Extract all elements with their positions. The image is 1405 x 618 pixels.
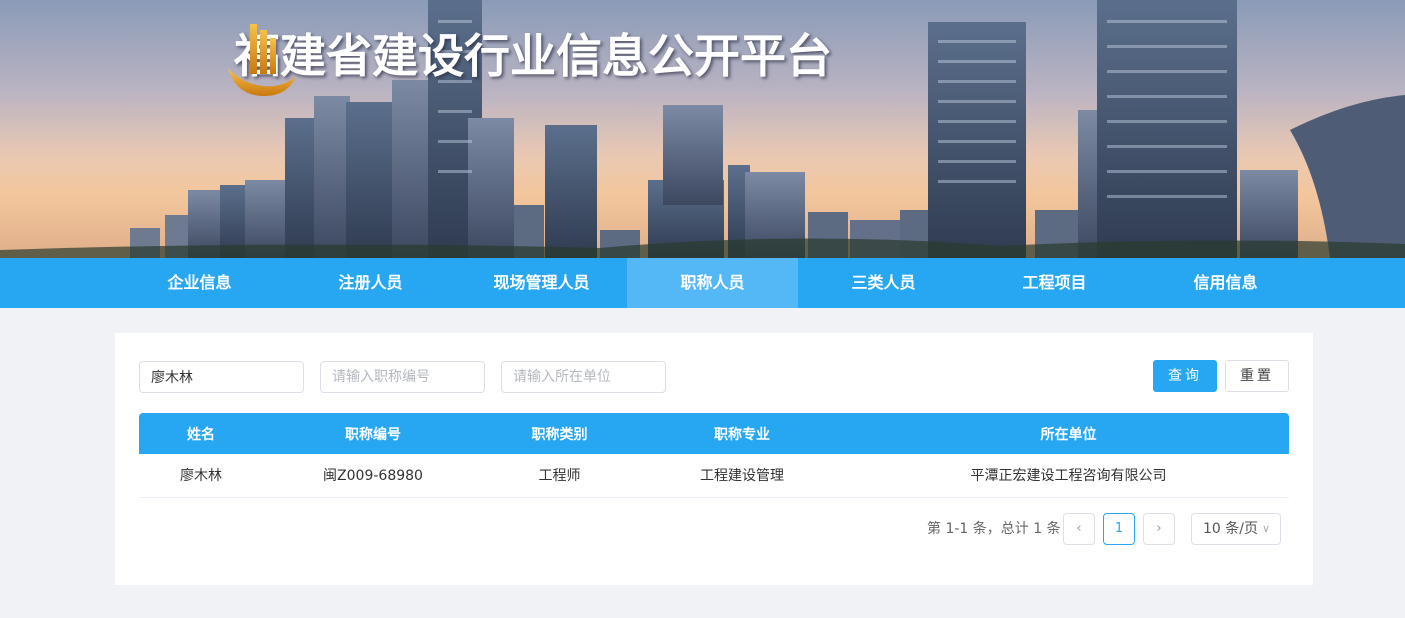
name-input[interactable] xyxy=(139,361,304,393)
logo-emblem-icon xyxy=(228,24,296,96)
column-header-name: 姓名 xyxy=(187,426,215,443)
page-size-select[interactable]: 10 条/页 ∨ xyxy=(1191,513,1281,545)
nav-item-credit-info[interactable]: 信用信息 xyxy=(1140,258,1311,308)
site-title: 福建省建设行业信息公开平台 xyxy=(234,29,832,83)
cell-title-category: 工程师 xyxy=(538,468,581,485)
cell-title-specialty: 工程建设管理 xyxy=(700,468,784,485)
next-page-button[interactable]: › xyxy=(1143,513,1175,545)
column-header-title-specialty: 职称专业 xyxy=(714,426,770,443)
pagination-total: 第 1-1 条，总计 1 条 xyxy=(927,521,1061,537)
chevron-down-icon: ∨ xyxy=(1261,522,1270,535)
nav-item-site-managers[interactable]: 现场管理人员 xyxy=(456,258,627,308)
nav-item-enterprise-info[interactable]: 企业信息 xyxy=(114,258,285,308)
header-banner: 福建省建设行业信息公开平台 xyxy=(0,0,1405,258)
nav-item-projects[interactable]: 工程项目 xyxy=(969,258,1140,308)
cell-name: 廖木林 xyxy=(180,468,222,485)
nav-item-titled-personnel[interactable]: 职称人员 xyxy=(627,258,798,308)
page-number-button[interactable]: 1 xyxy=(1103,513,1135,545)
column-header-unit: 所在单位 xyxy=(1040,426,1097,443)
reset-button[interactable]: 重置 xyxy=(1225,360,1289,392)
query-button[interactable]: 查询 xyxy=(1153,360,1217,392)
page-size-value: 10 条/页 xyxy=(1203,521,1258,537)
nav-item-registered-personnel[interactable]: 注册人员 xyxy=(285,258,456,308)
unit-input[interactable] xyxy=(501,361,666,393)
content-card: 查询 重置 姓名 职称编号 职称类别 职称专业 所在单位 廖木林 闽Z009-6… xyxy=(115,333,1313,585)
table-header-row: 姓名 职称编号 职称类别 职称专业 所在单位 xyxy=(139,413,1289,454)
cell-unit: 平潭正宏建设工程咨询有限公司 xyxy=(970,468,1167,485)
main-nav: 企业信息 注册人员 现场管理人员 职称人员 三类人员 工程项目 信用信息 xyxy=(0,258,1405,308)
nav-item-three-categories[interactable]: 三类人员 xyxy=(798,258,969,308)
column-header-title-category: 职称类别 xyxy=(531,426,588,443)
cell-title-code: 闽Z009-68980 xyxy=(323,468,423,485)
site-logo[interactable]: 福建省建设行业信息公开平台 xyxy=(226,20,832,96)
title-code-input[interactable] xyxy=(320,361,485,393)
prev-page-button[interactable]: ‹ xyxy=(1063,513,1095,545)
results-table: 姓名 职称编号 职称类别 职称专业 所在单位 廖木林 闽Z009-68980 工… xyxy=(139,413,1289,498)
chevron-left-icon: ‹ xyxy=(1076,521,1082,536)
column-header-title-code: 职称编号 xyxy=(345,426,401,443)
chevron-right-icon: › xyxy=(1156,521,1162,536)
table-row[interactable]: 廖木林 闽Z009-68980 工程师 工程建设管理 平潭正宏建设工程咨询有限公… xyxy=(139,454,1289,497)
